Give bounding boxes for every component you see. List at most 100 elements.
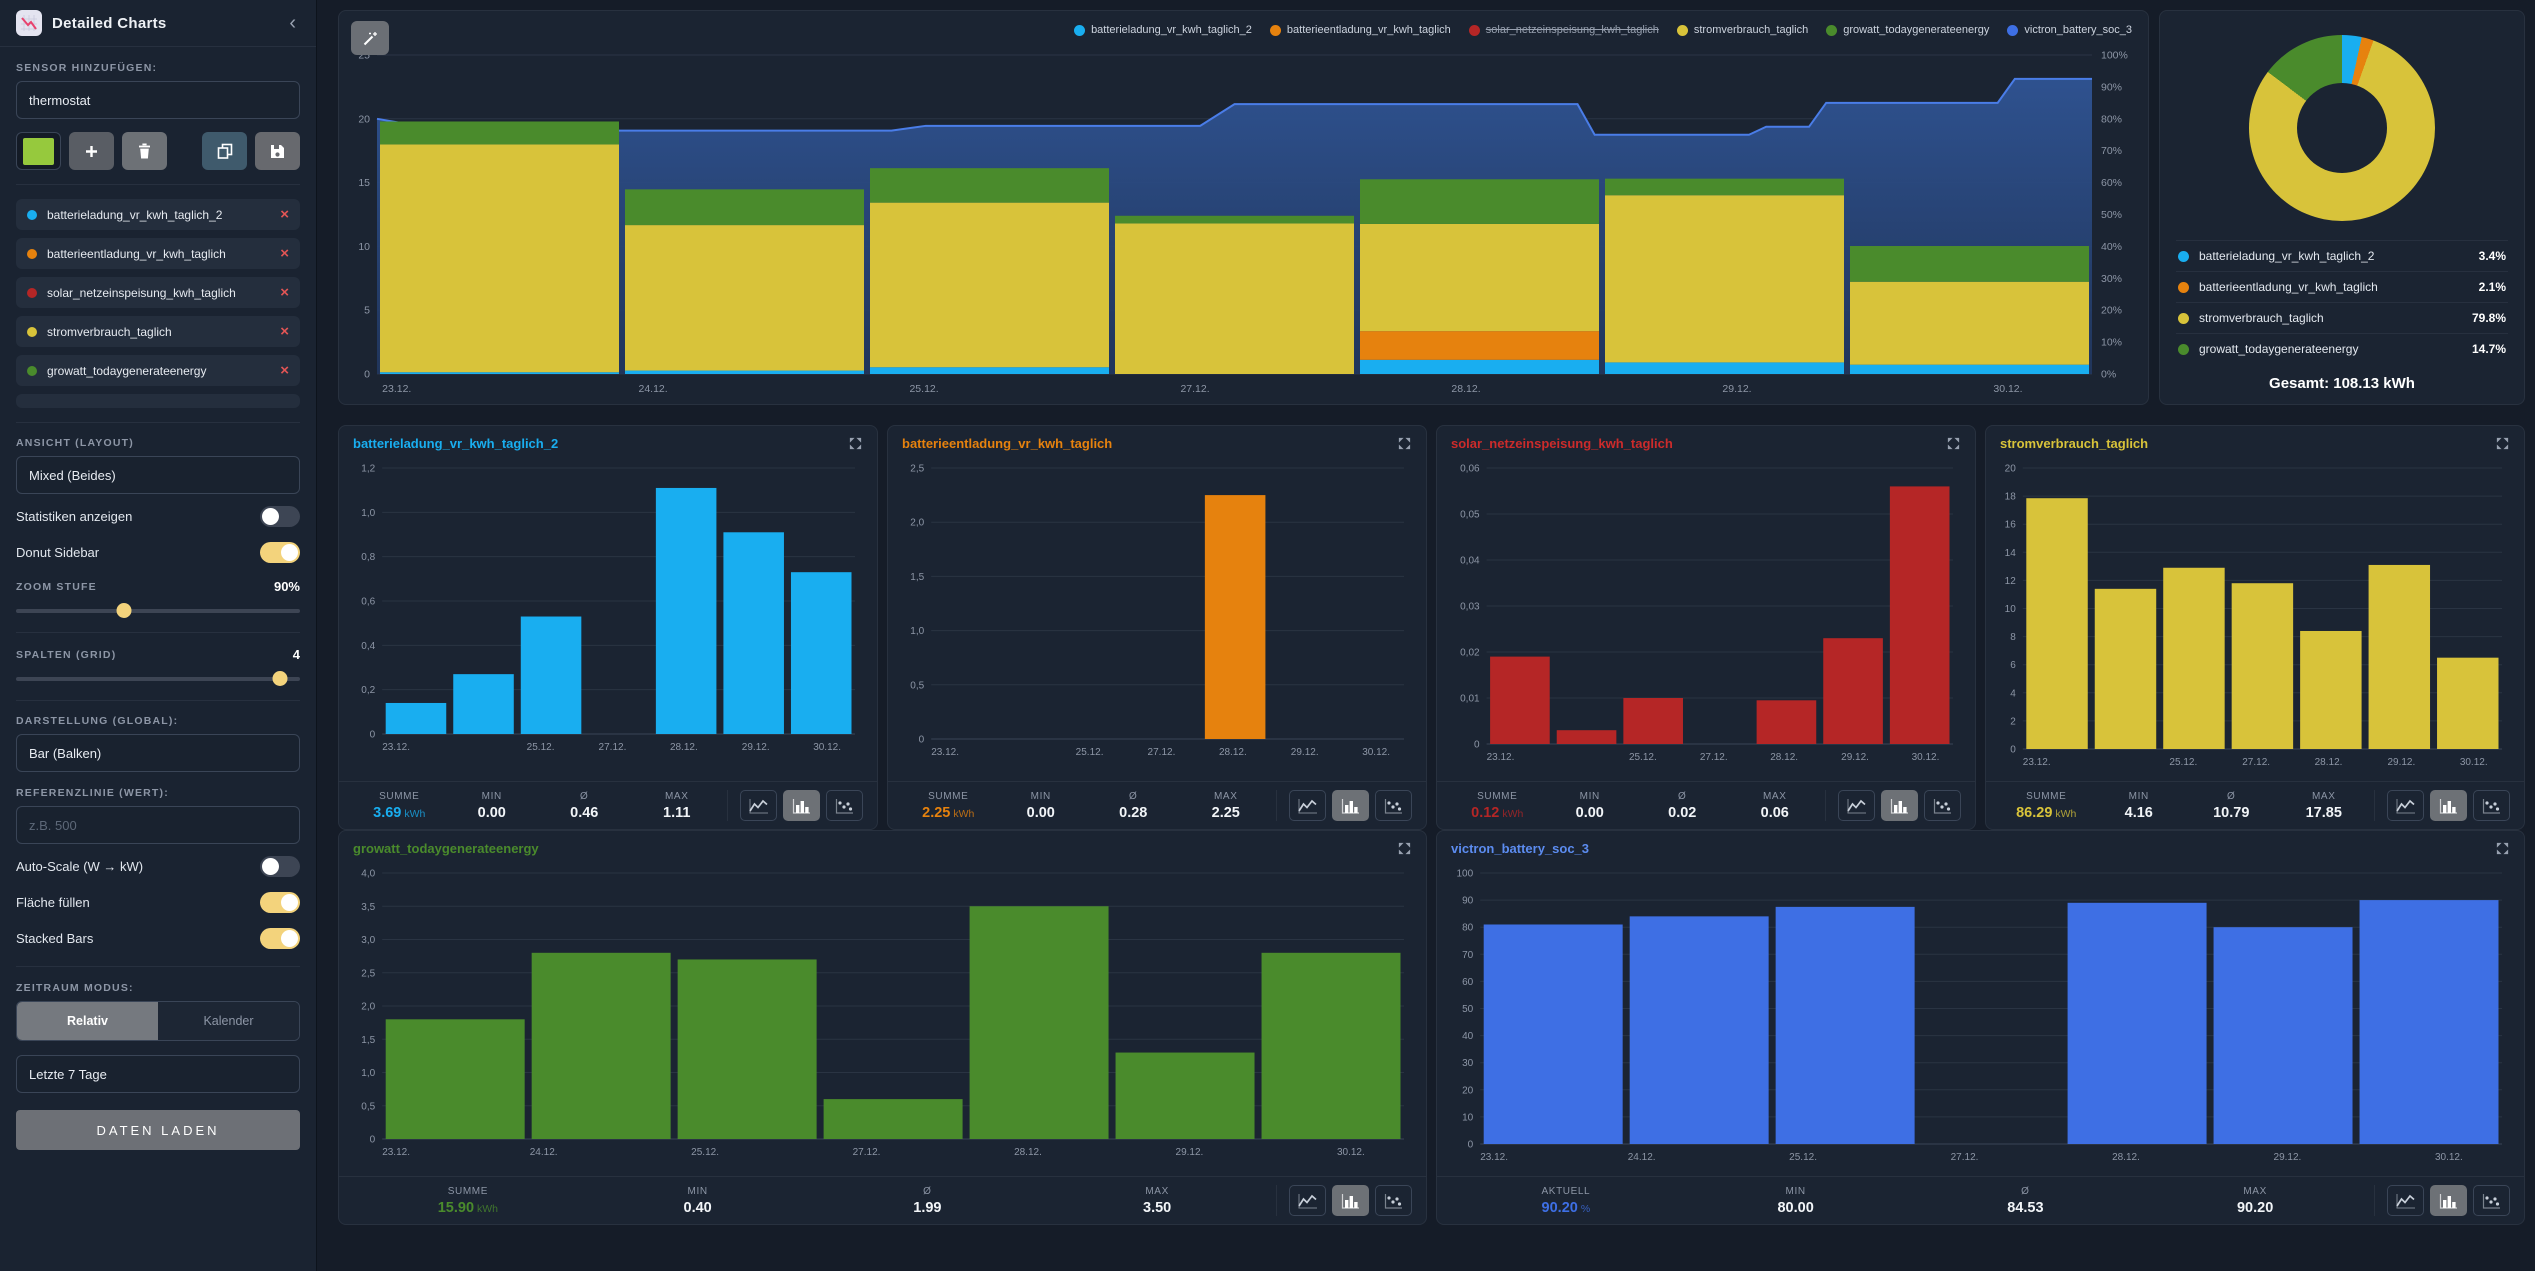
legend-label: batterieentladung_vr_kwh_taglich: [1287, 24, 1451, 36]
stat-value: 0.00: [995, 805, 1088, 821]
bar-chart[interactable]: 0246810121416182023.12.25.12.27.12.28.12…: [2000, 458, 2510, 778]
toggle-switch[interactable]: [260, 892, 300, 913]
chart-type-buttons: [2374, 1185, 2510, 1216]
sensor-list-item[interactable]: batterieladung_vr_kwh_taglich_2×: [16, 199, 300, 230]
line-chart-button[interactable]: [1289, 1185, 1326, 1216]
bar-chart[interactable]: 00,51,01,52,02,53,03,54,023.12.24.12.25.…: [353, 863, 1412, 1173]
zoom-slider[interactable]: [16, 603, 300, 618]
bar-chart[interactable]: 00,51,01,52,02,523.12.25.12.27.12.28.12.…: [902, 458, 1412, 778]
toggle-switch[interactable]: [260, 506, 300, 527]
donut-legend-row[interactable]: batterieentladung_vr_kwh_taglich2.1%: [2176, 271, 2508, 302]
load-data-button[interactable]: DATEN LADEN: [16, 1110, 300, 1150]
sensor-search-input[interactable]: [16, 81, 300, 119]
stat-summe: SUMME15.90kWh: [353, 1186, 583, 1216]
delete-sensor-button[interactable]: [122, 132, 167, 170]
donut-legend-row[interactable]: stromverbrauch_taglich79.8%: [2176, 302, 2508, 333]
move-icon[interactable]: [2495, 436, 2510, 456]
line-chart-button[interactable]: [740, 790, 777, 821]
scatter-chart-button[interactable]: [1375, 790, 1412, 821]
svg-text:25.12.: 25.12.: [1629, 752, 1657, 763]
columns-slider[interactable]: [16, 671, 300, 686]
add-sensor-button[interactable]: [69, 132, 114, 170]
move-icon[interactable]: [1397, 841, 1412, 861]
svg-text:40: 40: [1462, 1031, 1474, 1042]
scatter-chart-button[interactable]: [1924, 790, 1961, 821]
legend-percent: 14.7%: [2472, 342, 2506, 356]
toggle-knob: [262, 508, 279, 525]
bar-chart[interactable]: 010203040506070809010023.12.24.12.25.12.…: [1451, 863, 2510, 1173]
svg-text:29.12.: 29.12.: [1841, 752, 1869, 763]
line-chart-button[interactable]: [1838, 790, 1875, 821]
legend-item[interactable]: growatt_todaygenerateenergy: [1826, 24, 1989, 36]
legend-percent: 3.4%: [2479, 249, 2506, 263]
color-picker-swatch[interactable]: [16, 132, 61, 170]
scatter-chart-button[interactable]: [2473, 1185, 2510, 1216]
remove-sensor-icon[interactable]: ×: [280, 285, 289, 300]
scatter-chart-button[interactable]: [1375, 1185, 1412, 1216]
bar-chart[interactable]: 00,20,40,60,81,01,223.12.25.12.27.12.28.…: [353, 458, 863, 778]
stat-min: MIN0.00: [1544, 791, 1637, 821]
line-chart-button[interactable]: [1289, 790, 1326, 821]
legend-item[interactable]: victron_battery_soc_3: [2007, 24, 2132, 36]
bar-chart[interactable]: 00,010,020,030,040,050,0623.12.25.12.27.…: [1451, 458, 1961, 778]
stat-value: 10.79: [2185, 805, 2278, 821]
donut-legend-row[interactable]: batterieladung_vr_kwh_taglich_23.4%: [2176, 240, 2508, 271]
sensor-toolbar: [16, 132, 300, 170]
sensor-list-item[interactable]: stromverbrauch_taglich×: [16, 316, 300, 347]
bar-chart-button[interactable]: [2430, 1185, 2467, 1216]
bar-chart-button[interactable]: [1332, 1185, 1369, 1216]
scatter-chart-button[interactable]: [826, 790, 863, 821]
move-icon[interactable]: [2495, 841, 2510, 861]
period-tab-kalender[interactable]: Kalender: [158, 1002, 299, 1040]
legend-item[interactable]: batterieentladung_vr_kwh_taglich: [1270, 24, 1451, 36]
move-icon[interactable]: [1397, 436, 1412, 456]
legend-item[interactable]: stromverbrauch_taglich: [1677, 24, 1808, 36]
remove-sensor-icon[interactable]: ×: [280, 246, 289, 261]
toggle-switch[interactable]: [260, 542, 300, 563]
sensor-list-item[interactable]: batterieentladung_vr_kwh_taglich×: [16, 238, 300, 269]
donut-chart[interactable]: [2249, 35, 2435, 221]
save-button[interactable]: [255, 132, 300, 170]
remove-sensor-icon[interactable]: ×: [280, 324, 289, 339]
stat-unit: kWh: [404, 808, 425, 820]
remove-sensor-icon[interactable]: ×: [280, 363, 289, 378]
svg-text:8: 8: [2010, 632, 2016, 643]
move-icon[interactable]: [848, 436, 863, 456]
legend-item[interactable]: batterieladung_vr_kwh_taglich_2: [1074, 24, 1252, 36]
toggle-row: Donut Sidebar: [16, 539, 300, 566]
svg-text:2,5: 2,5: [361, 968, 375, 979]
bar-chart-button[interactable]: [1332, 790, 1369, 821]
donut-legend-row[interactable]: growatt_todaygenerateenergy14.7%: [2176, 333, 2508, 364]
toggle-switch[interactable]: [260, 928, 300, 949]
main-stacked-chart[interactable]: 05101520250%10%20%30%40%50%60%70%80%90%1…: [347, 15, 2140, 402]
panel-title: solar_netzeinspeisung_kwh_taglich: [1451, 436, 1673, 452]
toggle-switch[interactable]: [260, 856, 300, 877]
collapse-sidebar-icon[interactable]: ‹: [285, 13, 300, 33]
chart-type-buttons: [1276, 790, 1412, 821]
stat-value: 1.11: [631, 805, 724, 821]
svg-text:28.12.: 28.12.: [1219, 747, 1247, 758]
bar-chart-button[interactable]: [2430, 790, 2467, 821]
remove-sensor-icon[interactable]: ×: [280, 207, 289, 222]
bar-chart-button[interactable]: [1881, 790, 1918, 821]
stat-value: 0.00: [1544, 805, 1637, 821]
magic-wand-button[interactable]: [351, 21, 389, 55]
sensor-item-empty: [16, 394, 300, 408]
sensor-list-item[interactable]: growatt_todaygenerateenergy×: [16, 355, 300, 386]
svg-text:90: 90: [1462, 896, 1474, 907]
reference-line-input[interactable]: [16, 806, 300, 844]
bar-chart-button[interactable]: [783, 790, 820, 821]
sensor-list-item[interactable]: solar_netzeinspeisung_kwh_taglich×: [16, 277, 300, 308]
svg-text:70: 70: [1462, 950, 1474, 961]
period-select[interactable]: Letzte 7 Tage: [16, 1055, 300, 1093]
stat-value: 2.25kWh: [902, 805, 995, 821]
period-tab-relativ[interactable]: Relativ: [17, 1002, 158, 1040]
scatter-chart-button[interactable]: [2473, 790, 2510, 821]
global-style-select[interactable]: Bar (Balken): [16, 734, 300, 772]
legend-item[interactable]: solar_netzeinspeisung_kwh_taglich: [1469, 24, 1659, 36]
move-icon[interactable]: [1946, 436, 1961, 456]
line-chart-button[interactable]: [2387, 790, 2424, 821]
line-chart-button[interactable]: [2387, 1185, 2424, 1216]
copy-button[interactable]: [202, 132, 247, 170]
layout-select[interactable]: Mixed (Beides): [16, 456, 300, 494]
